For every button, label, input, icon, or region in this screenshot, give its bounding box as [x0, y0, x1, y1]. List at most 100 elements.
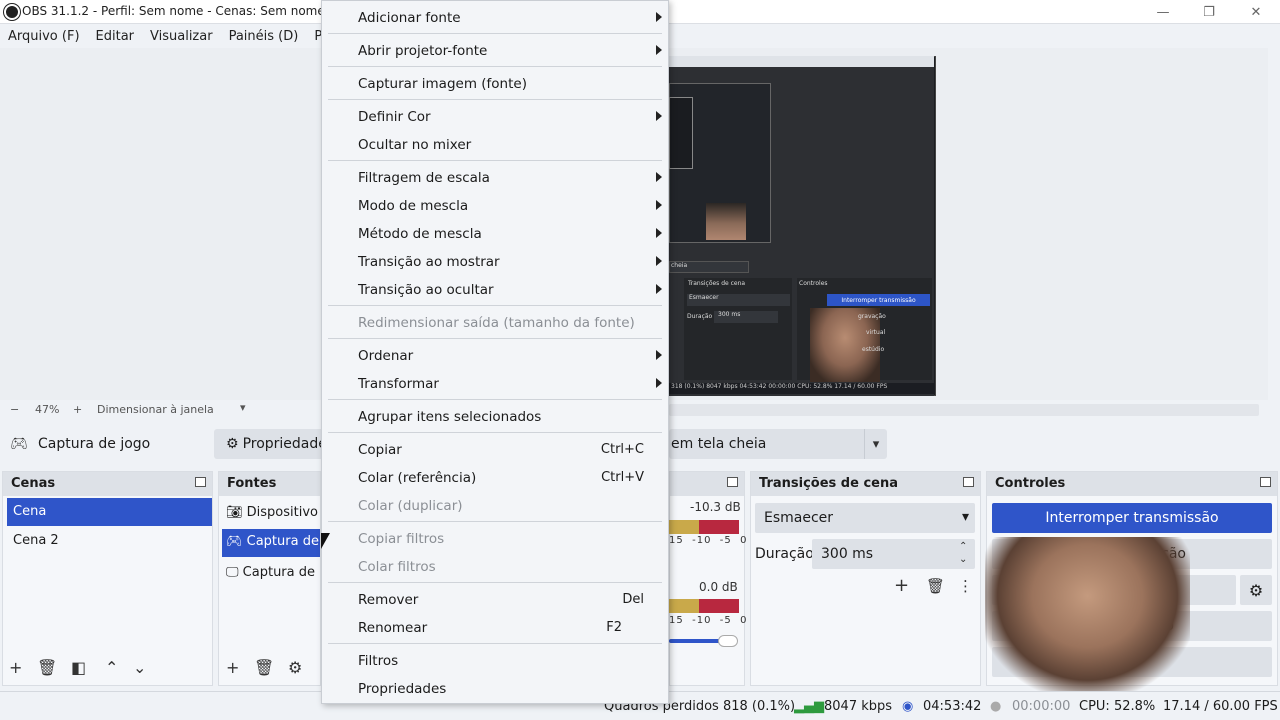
menu-separator	[328, 305, 662, 306]
undock-icon[interactable]	[963, 477, 974, 487]
canvas-nested-webcam	[706, 203, 746, 240]
shortcut-remove: Del	[622, 592, 644, 607]
menu-separator	[328, 33, 662, 34]
menu-visualizar[interactable]: Visualizar	[150, 29, 213, 44]
chevron-down-icon[interactable]: ▾	[240, 401, 246, 414]
source-item[interactable]: 🎮︎ Captura de	[222, 529, 320, 557]
menu-item-rename[interactable]: Renomear	[358, 620, 427, 636]
trash-icon[interactable]: 🗑︎	[254, 658, 274, 677]
add-source-icon[interactable]: +	[226, 658, 239, 677]
filter-icon[interactable]: ◧	[71, 658, 86, 677]
submenu-arrow-icon	[656, 256, 662, 266]
canvas-combo: cheia	[669, 261, 749, 273]
obs-logo-icon	[4, 4, 20, 20]
menu-item-show-transition[interactable]: Transição ao mostrar	[358, 254, 500, 270]
move-down-icon[interactable]: ⌄	[133, 658, 146, 677]
menu-item-paste-ref[interactable]: Colar (referência)	[358, 470, 476, 486]
canvas-transitions-title: Transições de cena	[688, 280, 746, 287]
mouse-cursor-icon	[321, 533, 330, 549]
chevron-down-icon: ▾	[961, 509, 969, 525]
menu-separator	[328, 99, 662, 100]
menu-item-blend-mode[interactable]: Modo de mescla	[358, 198, 468, 214]
menu-item-copy[interactable]: Copiar	[358, 442, 402, 458]
menu-editar[interactable]: Editar	[96, 29, 135, 44]
zoom-value: 47%	[35, 403, 60, 416]
submenu-arrow-icon	[656, 350, 662, 360]
gamepad-icon: 🎮︎	[226, 534, 247, 549]
trash-icon[interactable]: 🗑︎	[37, 658, 57, 677]
source-item[interactable]: 🖵︎ Captura de	[222, 560, 320, 588]
transition-select[interactable]: Esmaecer ▾	[755, 503, 975, 533]
menu-item-blend-method[interactable]: Método de mescla	[358, 226, 482, 242]
zoom-out-button[interactable]: −	[10, 403, 19, 416]
source-label: Captura de	[242, 565, 315, 580]
duration-label: Duração	[755, 546, 814, 562]
menu-separator	[328, 66, 662, 67]
scene-item[interactable]: Cena 2	[7, 527, 212, 555]
context-menu: Adicionar fonte Abrir projetor-fonte Cap…	[321, 0, 669, 704]
menu-item-paste-filters: Colar filtros	[358, 559, 436, 575]
more-options-icon[interactable]: ⋮	[958, 577, 973, 595]
record-time: 00:00:00	[1012, 699, 1071, 714]
undock-icon[interactable]	[195, 477, 206, 487]
sources-title: Fontes	[219, 472, 320, 496]
stop-streaming-button[interactable]: Interromper transmissão	[992, 503, 1272, 533]
gear-icon[interactable]: ⚙	[1240, 575, 1272, 605]
zoom-in-button[interactable]: +	[73, 403, 82, 416]
preview-scrollbar[interactable]	[1268, 48, 1280, 400]
gamepad-icon: 🎮︎	[10, 436, 28, 452]
submenu-arrow-icon	[656, 284, 662, 294]
add-scene-icon[interactable]: +	[9, 658, 22, 677]
capture-mode-select[interactable]: em tela cheia	[669, 429, 887, 459]
trash-icon[interactable]: 🗑︎	[926, 577, 945, 595]
gear-icon[interactable]: ⚙	[288, 658, 302, 677]
meter-scale: 15 -10 -5 0	[669, 535, 748, 546]
menu-paineis[interactable]: Painéis (D)	[229, 29, 299, 44]
source-item[interactable]: 📷︎ Dispositivo d	[222, 500, 320, 528]
menu-item-scale-filter[interactable]: Filtragem de escala	[358, 170, 490, 186]
menu-item-properties[interactable]: Propriedades	[358, 681, 446, 697]
properties-button[interactable]: ⚙ Propriedades	[214, 429, 334, 459]
menu-item-transform[interactable]: Transformar	[358, 376, 439, 392]
menu-item-order[interactable]: Ordenar	[358, 348, 413, 364]
canvas-recording: gravação	[858, 313, 886, 320]
minimize-button[interactable]: —	[1140, 0, 1186, 24]
submenu-arrow-icon	[656, 378, 662, 388]
menu-item-resize-output: Redimensionar saída (tamanho da fonte)	[358, 315, 635, 331]
add-transition-icon[interactable]: +	[894, 575, 909, 596]
menu-item-add-source[interactable]: Adicionar fonte	[358, 10, 461, 26]
canvas-duration-label: Duração	[687, 313, 713, 320]
undock-icon[interactable]	[1260, 477, 1271, 487]
spin-arrows-icon[interactable]: ⌃ ⌄	[959, 540, 967, 566]
zoom-mode-label[interactable]: Dimensionar à janela	[97, 403, 214, 416]
stream-time: 04:53:42	[923, 699, 982, 714]
undock-icon[interactable]	[727, 477, 738, 487]
shortcut-rename: F2	[606, 620, 622, 635]
menu-item-screenshot[interactable]: Capturar imagem (fonte)	[358, 76, 527, 92]
capture-mode-value: em tela cheia	[671, 436, 767, 452]
menu-arquivo[interactable]: Arquivo (F)	[8, 29, 80, 44]
horizontal-scrollbar[interactable]	[669, 404, 1259, 416]
menu-item-set-color[interactable]: Definir Cor	[358, 109, 431, 125]
sources-dock: Fontes 📷︎ Dispositivo d 🎮︎ Captura de 🖵︎…	[218, 471, 321, 686]
menu-item-filters[interactable]: Filtros	[358, 653, 398, 669]
scene-item[interactable]: Cena	[7, 498, 212, 526]
canvas-studio: estúdio	[862, 346, 885, 353]
chevron-down-icon[interactable]: ▾	[864, 429, 887, 459]
meter-bar	[699, 599, 739, 613]
meter-scale: 15 -10 -5 0	[669, 615, 748, 626]
maximize-button[interactable]: ❐	[1186, 0, 1232, 24]
menu-item-remove[interactable]: Remover	[358, 592, 418, 608]
menu-item-group[interactable]: Agrupar itens selecionados	[358, 409, 541, 425]
volume-slider-handle[interactable]	[718, 635, 738, 647]
menu-item-hide-mixer[interactable]: Ocultar no mixer	[358, 137, 471, 153]
submenu-arrow-icon	[656, 228, 662, 238]
signal-icon: ▂▄▆	[794, 699, 824, 714]
close-button[interactable]: ✕	[1233, 0, 1279, 24]
duration-spinbox[interactable]: 300 ms	[812, 539, 975, 569]
menu-item-hide-transition[interactable]: Transição ao ocultar	[358, 282, 494, 298]
menu-item-open-projector[interactable]: Abrir projetor-fonte	[358, 43, 487, 59]
submenu-arrow-icon	[656, 111, 662, 121]
mixer-db-1: -10.3 dB	[690, 500, 741, 514]
move-up-icon[interactable]: ⌃	[105, 658, 118, 677]
